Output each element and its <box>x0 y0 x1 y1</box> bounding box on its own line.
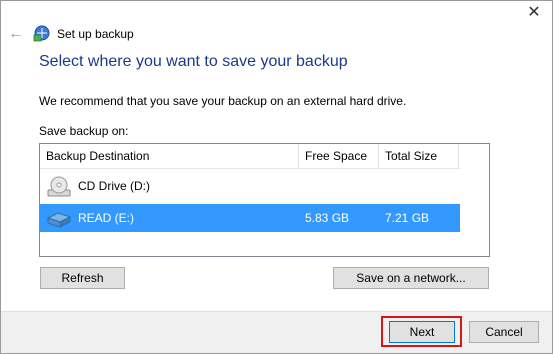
usb-drive-icon <box>46 212 72 228</box>
column-header-total-size[interactable]: Total Size <box>379 144 459 168</box>
column-header-destination[interactable]: Backup Destination <box>40 144 299 168</box>
recommendation-text: We recommend that you save your backup o… <box>39 94 407 108</box>
page-heading: Select where you want to save your backu… <box>39 53 348 70</box>
save-on-network-button[interactable]: Save on a network... <box>333 267 489 289</box>
destination-name: CD Drive (D:) <box>78 179 150 193</box>
backup-app-icon <box>33 25 50 42</box>
next-highlight-box <box>381 316 462 347</box>
cancel-button[interactable]: Cancel <box>469 321 539 343</box>
list-item-read-drive[interactable]: READ (E:) 5.83 GB 7.21 GB <box>40 204 460 232</box>
destination-name: READ (E:) <box>78 211 135 225</box>
destination-free-space: 5.83 GB <box>305 211 350 225</box>
destination-list[interactable]: Backup Destination Free Space Total Size… <box>39 143 490 257</box>
window-title: Set up backup <box>57 27 134 41</box>
list-item-cd-drive[interactable]: CD Drive (D:) <box>40 172 460 200</box>
back-arrow-icon[interactable]: ← <box>8 26 24 42</box>
cd-drive-icon <box>47 176 71 197</box>
column-header-free-space[interactable]: Free Space <box>299 144 379 168</box>
close-icon[interactable]: ✕ <box>527 5 541 21</box>
list-header: Backup Destination Free Space Total Size <box>40 144 460 169</box>
save-on-label: Save backup on: <box>39 124 129 138</box>
destination-total-size: 7.21 GB <box>385 211 430 225</box>
refresh-button[interactable]: Refresh <box>40 267 125 289</box>
